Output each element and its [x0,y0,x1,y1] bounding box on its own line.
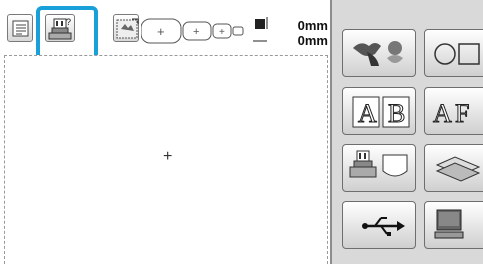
pocket-pattern-button[interactable] [424,144,483,192]
svg-text:+: + [157,24,165,39]
af-right-letter: F [455,99,469,128]
frame-pattern-button[interactable] [424,29,483,77]
usb-icon [362,217,405,236]
character-pattern-ab-icon: A B [352,96,410,129]
embroidery-pattern-bird-icon [353,41,403,66]
list-icon [12,20,29,37]
computer-icon [434,209,464,239]
machine-memory-button[interactable] [342,144,416,192]
embroidery-screen: ? + + + 0mm 0mm + A B A F [0,0,483,264]
af-left-letter: A [433,99,452,128]
embroidery-pattern-button[interactable] [342,29,416,77]
ab-left-letter: A [358,99,377,128]
svg-text:+: + [193,26,199,38]
preview-area[interactable]: + [4,55,328,264]
hoop-size-indicators: + + + [140,13,281,54]
list-button[interactable] [7,14,33,42]
pocket-pattern-icon [435,156,481,182]
character-pattern-button[interactable]: A B [342,87,416,135]
alphabet-pattern-icon: A F [433,99,470,129]
ab-right-letter: B [388,99,405,128]
machine-memory-icon [349,150,408,178]
computer-button[interactable] [424,201,483,249]
alphabet-pattern-button[interactable]: A F [424,87,483,135]
svg-text:+: + [219,27,225,38]
pattern-edit-button[interactable] [113,14,139,42]
embroidery-frame-icons: + + + [140,17,268,44]
usb-button[interactable] [342,201,416,249]
height-readout: 0mm [297,33,328,48]
frame-pattern-icon [434,43,480,65]
highlight-frame [36,6,98,60]
center-mark: + [163,148,173,165]
width-readout: 0mm [297,18,328,33]
pattern-edit-icon [116,18,139,39]
pattern-category-panel: A B A F [330,0,483,264]
